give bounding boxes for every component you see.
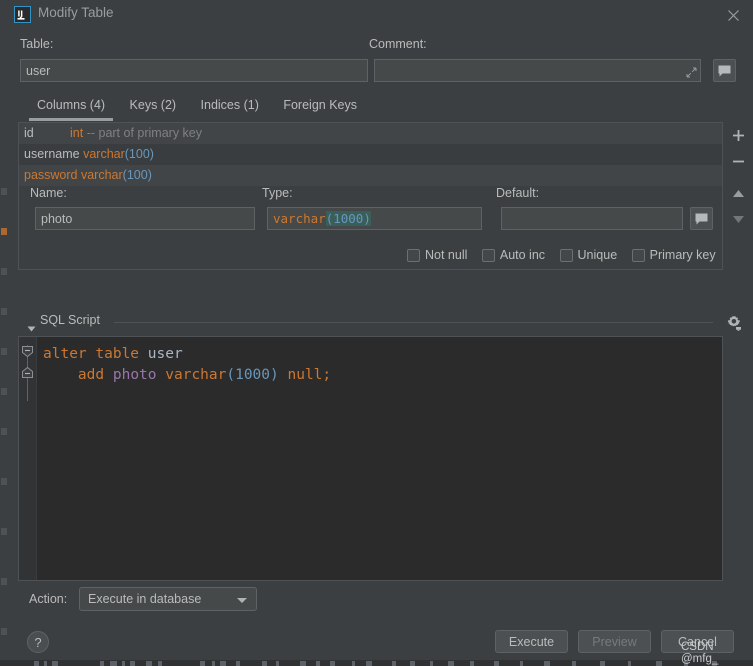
- column-name: username: [24, 147, 80, 161]
- checkbox-box: [559, 248, 573, 262]
- default-label: Default:: [496, 186, 540, 200]
- checkbox-unique[interactable]: Unique: [559, 248, 618, 262]
- checkbox-auto-inc[interactable]: Auto inc: [481, 248, 546, 262]
- checkbox-primary-key[interactable]: Primary key: [631, 248, 716, 262]
- column-name: id: [24, 126, 34, 140]
- sql-identifier-user: user: [147, 346, 183, 362]
- sql-indent: [43, 367, 78, 383]
- column-type: varchar: [83, 147, 125, 161]
- type-label: Type:: [262, 186, 293, 200]
- remove-column-button[interactable]: [723, 148, 753, 174]
- tab-keys[interactable]: Keys (2): [120, 96, 187, 118]
- checkbox-not-null[interactable]: Not null: [407, 248, 467, 262]
- editor-gutter: [19, 337, 37, 580]
- checkbox-box: [407, 248, 420, 262]
- type-base-text: varchar: [273, 211, 326, 226]
- table-label: Table:: [20, 37, 54, 51]
- column-type: int: [70, 126, 84, 140]
- sql-keyword-null: null;: [287, 367, 332, 383]
- backdrop-bottom-strip: [0, 660, 753, 666]
- table-row[interactable]: id int -- part of primary key: [19, 123, 722, 144]
- close-icon[interactable]: [723, 5, 743, 25]
- fold-toggle-icon[interactable]: [22, 344, 33, 362]
- sql-keyword-table: table: [95, 346, 140, 362]
- checkbox-box: [631, 248, 645, 262]
- modify-table-dialog: IJ Modify Table Table: Comment: Colum: [9, 0, 753, 665]
- backdrop-left-strip: [0, 0, 9, 666]
- svg-text:IJ: IJ: [18, 10, 24, 19]
- checkbox-label: Unique: [577, 248, 618, 262]
- checkbox-label: Primary key: [649, 248, 716, 262]
- name-label: Name:: [30, 186, 67, 200]
- column-type-input[interactable]: varchar(1000): [267, 207, 482, 230]
- move-down-button[interactable]: [723, 206, 753, 232]
- column-default-input[interactable]: [501, 207, 683, 230]
- column-type: varchar: [80, 168, 123, 182]
- chevron-down-icon: [237, 598, 247, 603]
- comment-label: Comment:: [369, 37, 427, 51]
- add-column-button[interactable]: [723, 122, 753, 148]
- sql-script-header: SQL Script: [18, 313, 753, 333]
- sql-type-length: (1000): [226, 367, 279, 383]
- expand-icon[interactable]: [686, 65, 697, 78]
- comment-input[interactable]: [374, 59, 701, 82]
- table-editor-tabs: Columns (4) Keys (2) Indices (1) Foreign…: [27, 96, 367, 121]
- cancel-button-label: Cancel: [678, 634, 717, 649]
- tab-foreign-keys[interactable]: Foreign Keys: [273, 96, 367, 118]
- chevron-down-icon[interactable]: [27, 319, 36, 337]
- column-length: (100): [122, 168, 152, 182]
- sql-type-varchar: varchar: [165, 367, 227, 383]
- table-name-input[interactable]: [20, 59, 368, 82]
- type-length-text: (1000): [325, 211, 371, 226]
- action-label: Action:: [29, 592, 68, 606]
- fold-toggle-icon-2[interactable]: [22, 365, 33, 383]
- comment-field-wrapper: [374, 59, 701, 82]
- checkbox-label: Auto inc: [499, 248, 546, 262]
- action-select[interactable]: Execute in database: [79, 587, 257, 611]
- execute-button-label: Execute: [508, 634, 555, 649]
- checkbox-label: Not null: [425, 248, 468, 262]
- columns-toolbar: [723, 122, 753, 270]
- help-button-label: ?: [34, 634, 42, 650]
- preview-button[interactable]: Preview: [578, 630, 651, 653]
- checkbox-box: [481, 248, 495, 262]
- comment-editor-button[interactable]: [713, 59, 736, 82]
- sql-code: alter table user add photo varchar(1000)…: [43, 344, 718, 386]
- move-up-button[interactable]: [723, 180, 753, 206]
- column-length: (100): [124, 147, 154, 161]
- dialog-titlebar: IJ Modify Table: [9, 0, 753, 30]
- sql-keyword-alter: alter: [43, 346, 87, 362]
- intellij-idea-icon: IJ: [14, 6, 31, 23]
- column-name: password: [24, 168, 78, 182]
- table-row[interactable]: username varchar(100): [19, 144, 722, 165]
- tab-columns[interactable]: Columns (4): [27, 96, 115, 121]
- execute-button[interactable]: Execute: [495, 630, 568, 653]
- section-divider: [114, 322, 713, 323]
- sql-keyword-add: add: [77, 367, 105, 383]
- default-editor-button[interactable]: [690, 207, 713, 230]
- cancel-button[interactable]: Cancel: [661, 630, 734, 653]
- preview-button-label: Preview: [592, 634, 637, 649]
- table-row[interactable]: password varchar(100): [19, 165, 722, 186]
- column-flags: Not null Auto inc Unique Primary key: [407, 248, 716, 265]
- help-button[interactable]: ?: [27, 631, 49, 653]
- sql-script-title: SQL Script: [40, 313, 100, 327]
- column-name-input[interactable]: [35, 207, 255, 230]
- dialog-title: Modify Table: [38, 5, 114, 20]
- column-comment: -- part of primary key: [86, 126, 202, 140]
- sql-script-editor[interactable]: alter table user add photo varchar(1000)…: [18, 336, 723, 581]
- gear-icon[interactable]: [726, 314, 743, 336]
- action-select-value: Execute in database: [88, 592, 202, 606]
- tab-indices[interactable]: Indices (1): [191, 96, 269, 118]
- sql-column-photo: photo: [112, 367, 157, 383]
